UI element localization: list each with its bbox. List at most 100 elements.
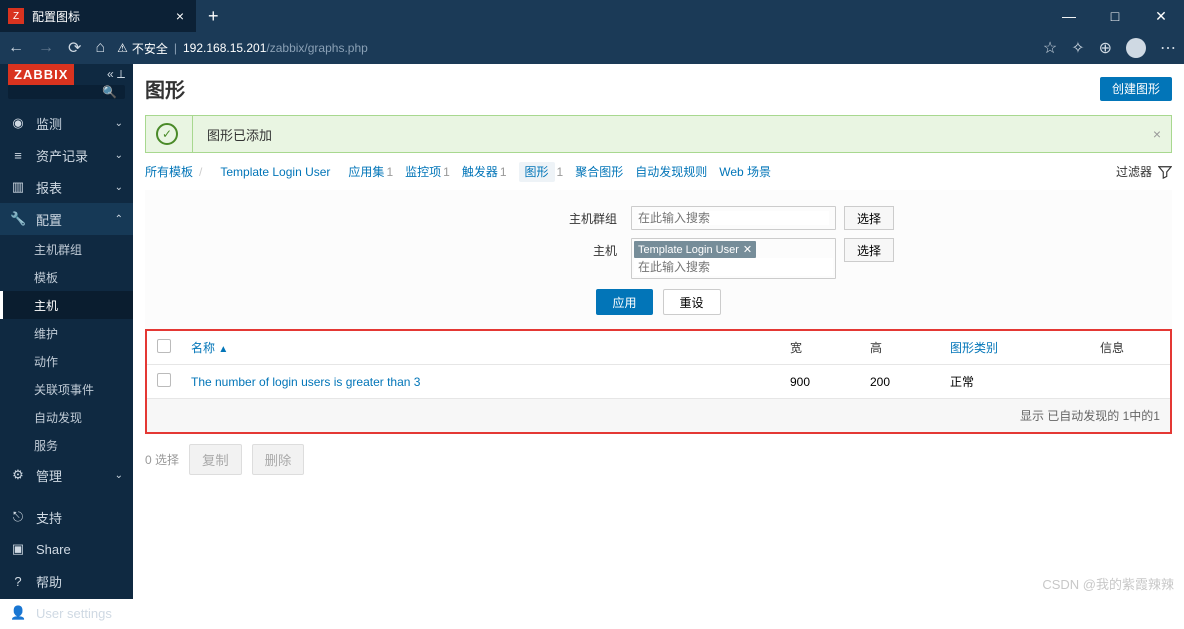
new-tab-button[interactable]: +	[196, 6, 231, 27]
forward-button[interactable]: →	[38, 39, 54, 57]
submenu-动作[interactable]: 动作	[0, 347, 133, 375]
hostgroup-select-button[interactable]: 选择	[844, 206, 894, 230]
host-label: 主机	[423, 238, 623, 259]
address-bar: ← → ⟳ ⌂ ⚠ 不安全 | 192.168.15.201/zabbix/gr…	[0, 32, 1184, 64]
submenu-服务[interactable]: 服务	[0, 431, 133, 459]
table-row: The number of login users is greater tha…	[147, 365, 1170, 399]
more-icon[interactable]: ⋯	[1160, 38, 1176, 58]
all-templates-link[interactable]: 所有模板	[145, 163, 193, 180]
page-title: 图形	[145, 74, 185, 103]
sidebar-search[interactable]: 🔍	[8, 85, 125, 99]
delete-button[interactable]: 删除	[252, 444, 305, 475]
menu-icon: 👤	[10, 605, 26, 621]
bottom-item-3[interactable]: 👤User settings	[0, 597, 133, 629]
crumb-监控项[interactable]: 监控项	[405, 165, 441, 179]
success-message: ✓ 图形已添加 ×	[145, 115, 1172, 153]
submenu-模板[interactable]: 模板	[0, 263, 133, 291]
reset-button[interactable]: 重设	[663, 289, 721, 315]
copy-button[interactable]: 复制	[189, 444, 242, 475]
template-link[interactable]: Template Login User	[220, 165, 330, 179]
chevron-icon: ⌄	[115, 150, 123, 161]
select-all-checkbox[interactable]	[157, 339, 171, 353]
submenu-自动发现[interactable]: 自动发现	[0, 403, 133, 431]
remove-tag-icon[interactable]: ✕	[743, 243, 752, 256]
collections-icon[interactable]: ⊕	[1099, 38, 1112, 58]
selected-count: 0 选择	[145, 451, 179, 468]
menu-icon: ⎋	[10, 509, 26, 525]
crumb-触发器[interactable]: 触发器	[462, 165, 498, 179]
submenu-主机[interactable]: 主机	[0, 291, 133, 319]
selected-host-tag[interactable]: Template Login User✕	[634, 241, 756, 258]
sidebar-item-2[interactable]: ▥报表⌄	[0, 171, 133, 203]
browser-tab[interactable]: Z 配置图标 ×	[0, 0, 196, 32]
host-select-button[interactable]: 选择	[844, 238, 894, 262]
close-message-icon[interactable]: ×	[1153, 126, 1161, 142]
chevron-icon: ⌄	[115, 470, 123, 481]
sort-asc-icon: ▲	[218, 344, 228, 355]
menu-icon: ≡	[10, 148, 26, 163]
refresh-button[interactable]: ⟳	[68, 38, 81, 58]
bottom-item-1[interactable]: ▣Share	[0, 533, 133, 565]
table-footer: 显示 已自动发现的 1中的1	[147, 399, 1170, 432]
graphs-table-highlight: 名称 ▲ 宽 高 图形类别 信息 The number of login use…	[145, 329, 1172, 434]
url-display[interactable]: 192.168.15.201/zabbix/graphs.php	[183, 41, 368, 55]
col-info: 信息	[1090, 331, 1170, 365]
crumb-图形[interactable]: 图形	[519, 162, 555, 182]
profile-avatar[interactable]	[1126, 38, 1146, 58]
filter-toggle[interactable]: 过滤器	[1116, 163, 1172, 180]
chevron-icon: ⌄	[115, 182, 123, 193]
submenu-维护[interactable]: 维护	[0, 319, 133, 347]
minimize-button[interactable]: —	[1046, 0, 1092, 32]
graph-link[interactable]: The number of login users is greater tha…	[191, 375, 420, 389]
crumb-应用集[interactable]: 应用集	[348, 165, 384, 179]
zabbix-logo[interactable]: ZABBIX	[8, 64, 74, 85]
insecure-badge[interactable]: ⚠ 不安全	[117, 40, 168, 57]
host-multiselect[interactable]: Template Login User✕	[631, 238, 836, 279]
close-tab-icon[interactable]: ×	[172, 8, 188, 24]
sidebar-item-3[interactable]: 🔧配置⌃	[0, 203, 133, 235]
col-name[interactable]: 名称 ▲	[181, 331, 780, 365]
crumb-Web 场景[interactable]: Web 场景	[719, 165, 771, 179]
window-controls: — □ ✕	[1046, 0, 1184, 32]
filter-label: 过滤器	[1116, 163, 1152, 180]
sidebar-item-1[interactable]: ≡资产记录⌄	[0, 139, 133, 171]
sidebar: ZABBIX « ⟂ 🔍 ◉监测⌄≡资产记录⌄▥报表⌄🔧配置⌃主机群组模板主机维…	[0, 64, 133, 599]
col-height: 高	[860, 331, 940, 365]
search-icon: 🔍	[102, 85, 117, 99]
hostgroup-input[interactable]	[631, 206, 836, 230]
col-width: 宽	[780, 331, 860, 365]
crumb-聚合图形[interactable]: 聚合图形	[575, 165, 623, 179]
close-window-button[interactable]: ✕	[1138, 0, 1184, 32]
bottom-item-2[interactable]: ?帮助	[0, 565, 133, 597]
apply-button[interactable]: 应用	[596, 289, 652, 315]
chevron-icon: ⌄	[115, 118, 123, 129]
hostgroup-label: 主机群组	[423, 210, 623, 227]
menu-icon: ?	[10, 574, 26, 589]
sidebar-item-0[interactable]: ◉监测⌄	[0, 107, 133, 139]
favorites-bar-icon[interactable]: ✧	[1071, 38, 1084, 58]
create-graph-button[interactable]: 创建图形	[1100, 77, 1172, 101]
crumb-自动发现规则[interactable]: 自动发现规则	[635, 165, 707, 179]
menu-icon: ▣	[10, 541, 26, 557]
submenu-关联项事件[interactable]: 关联项事件	[0, 375, 133, 403]
sidebar-item-4[interactable]: ⚙管理⌄	[0, 459, 133, 491]
col-type[interactable]: 图形类别	[940, 331, 1090, 365]
menu-icon: ◉	[10, 115, 26, 131]
watermark: CSDN @我的紫霞辣辣	[1042, 574, 1174, 593]
menu-icon: 🔧	[10, 211, 26, 227]
success-text: 图形已添加	[192, 116, 272, 152]
collapse-sidebar-icon[interactable]: « ⟂	[107, 67, 125, 82]
host-search-input[interactable]	[634, 258, 833, 276]
row-checkbox[interactable]	[157, 373, 171, 387]
zabbix-favicon: Z	[8, 8, 24, 24]
submenu-主机群组[interactable]: 主机群组	[0, 235, 133, 263]
favorite-icon[interactable]: ☆	[1043, 38, 1057, 58]
back-button[interactable]: ←	[8, 39, 24, 57]
main-content: 图形 创建图形 ✓ 图形已添加 × 所有模板 / Template Login …	[133, 64, 1184, 599]
maximize-button[interactable]: □	[1092, 0, 1138, 32]
bottom-item-0[interactable]: ⎋支持	[0, 501, 133, 533]
filter-panel: 主机群组 选择 主机 Template Login User✕ 选择 应用 重设	[145, 190, 1172, 329]
graphs-table: 名称 ▲ 宽 高 图形类别 信息 The number of login use…	[147, 331, 1170, 399]
breadcrumb: 所有模板 / Template Login User 应用集1监控项1触发器1图…	[145, 163, 1172, 180]
home-button[interactable]: ⌂	[95, 39, 105, 57]
